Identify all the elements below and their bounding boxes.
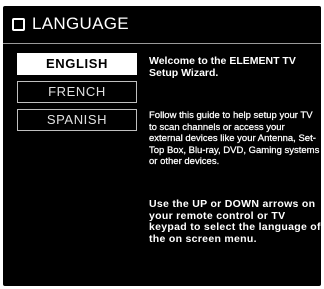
checkbox-icon xyxy=(12,17,25,31)
language-list: ENGLISH FRENCH SPANISH xyxy=(17,53,137,137)
header-divider xyxy=(3,43,321,44)
language-option-french[interactable]: FRENCH xyxy=(17,81,137,103)
instructions-text: Use the UP or DOWN arrows on your remote… xyxy=(149,198,321,245)
language-option-spanish[interactable]: SPANISH xyxy=(17,109,137,131)
language-option-english[interactable]: ENGLISH xyxy=(17,53,137,75)
setup-wizard-screen: LANGUAGE ENGLISH FRENCH SPANISH Welcome … xyxy=(0,0,324,289)
welcome-text: Welcome to the ELEMENT TV Setup Wizard. xyxy=(149,55,296,79)
page-title: LANGUAGE xyxy=(32,14,129,33)
panel-header: LANGUAGE xyxy=(12,12,129,36)
guide-text: Follow this guide to help setup your TV … xyxy=(149,110,320,167)
